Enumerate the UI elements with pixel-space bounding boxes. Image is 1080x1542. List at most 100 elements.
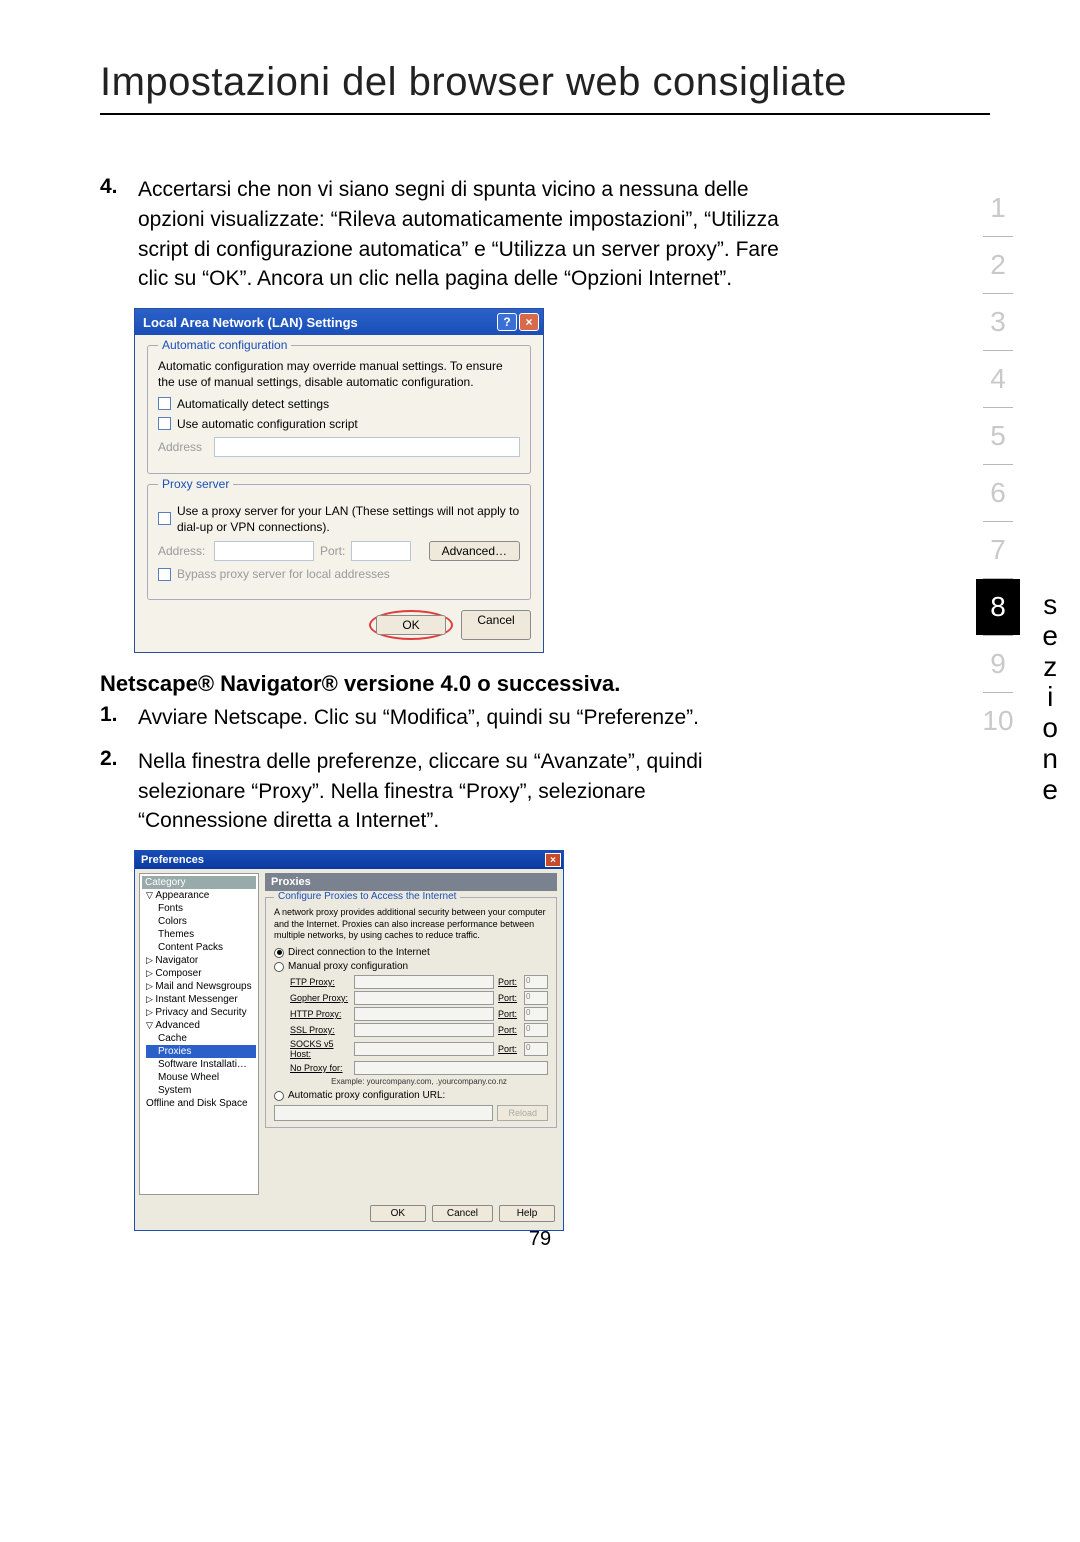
http-input[interactable] [354,1007,494,1021]
auto-detect-checkbox[interactable] [158,397,171,410]
advanced-button[interactable]: Advanced… [429,541,520,561]
ns-ok-button[interactable]: OK [370,1205,426,1222]
section-nav-4[interactable]: 4 [976,351,1020,407]
section-nav-7[interactable]: 7 [976,522,1020,578]
tree-privacy[interactable]: Privacy and Security [146,1006,256,1019]
gopher-input[interactable] [354,991,494,1005]
use-script-checkbox[interactable] [158,417,171,430]
reload-button[interactable]: Reload [497,1105,548,1121]
ns-panel-title: Proxies [265,873,557,891]
ssl-input[interactable] [354,1023,494,1037]
autoconf-fieldset: Automatic configuration Automatic config… [147,345,531,473]
port-label: Port: [320,544,345,558]
gopher-label: Gopher Proxy: [290,993,350,1003]
bypass-label: Bypass proxy server for local addresses [177,567,390,581]
tree-content-packs[interactable]: Content Packs [146,941,256,954]
section-nav-3[interactable]: 3 [976,294,1020,350]
tree-offline[interactable]: Offline and Disk Space [146,1097,256,1110]
ns-note: A network proxy provides additional secu… [274,907,548,941]
tree-appearance[interactable]: Appearance [146,889,256,902]
ftp-port-input[interactable]: 0 [524,975,548,989]
section-nav-5[interactable]: 5 [976,408,1020,464]
autoconf-legend: Automatic configuration [158,338,291,352]
tree-advanced[interactable]: Advanced [146,1019,256,1032]
ns-help-button[interactable]: Help [499,1205,555,1222]
socks-label: SOCKS v5 Host: [290,1039,350,1059]
step-4-num: 4. [100,175,138,294]
tree-fonts[interactable]: Fonts [146,902,256,915]
bypass-checkbox[interactable] [158,568,171,581]
section-nav-2[interactable]: 2 [976,237,1020,293]
radio-auto[interactable] [274,1091,284,1101]
tree-header: Category [142,876,256,889]
ssl-port-label: Port: [498,1025,520,1035]
proxy-fieldset: Proxy server Use a proxy server for your… [147,484,531,600]
ns-fieldset-legend: Configure Proxies to Access the Internet [274,891,460,902]
autoconf-note: Automatic configuration may override man… [158,358,520,390]
http-port-input[interactable]: 0 [524,1007,548,1021]
section-nav-9[interactable]: 9 [976,636,1020,692]
ns-step-1-num: 1. [100,703,138,733]
section-nav-8[interactable]: 8 [976,579,1020,635]
tree-software[interactable]: Software Installati… [146,1058,256,1071]
http-label: HTTP Proxy: [290,1009,350,1019]
proxy-address-label: Address: [158,544,208,558]
socks-input[interactable] [354,1042,494,1056]
ok-highlight-circle: OK [369,610,453,640]
socks-port-input[interactable]: 0 [524,1042,548,1056]
page-number: 79 [529,1228,551,1251]
radio-manual[interactable] [274,962,284,972]
proxy-legend: Proxy server [158,477,233,491]
port-input[interactable] [351,541,411,561]
ftp-port-label: Port: [498,977,520,987]
tree-proxies[interactable]: Proxies [146,1045,256,1058]
cancel-button[interactable]: Cancel [461,610,531,640]
close-icon[interactable]: × [545,853,561,867]
proxy-address-input[interactable] [214,541,314,561]
tree-navigator[interactable]: Navigator [146,954,256,967]
tree-mail[interactable]: Mail and Newsgroups [146,980,256,993]
use-proxy-label: Use a proxy server for your LAN (These s… [177,503,520,535]
http-port-label: Port: [498,1009,520,1019]
gopher-port-label: Port: [498,993,520,1003]
ns-step-1-text: Avviare Netscape. Clic su “Modifica”, qu… [138,703,699,733]
ns-step-2-num: 2. [100,747,138,836]
help-icon[interactable]: ? [497,313,517,331]
noproxy-example: Example: yourcompany.com, .yourcompany.c… [290,1077,548,1086]
title-rule [100,113,990,115]
ftp-label: FTP Proxy: [290,977,350,987]
content-area: 4. Accertarsi che non vi siano segni di … [100,175,780,1231]
ns-step-1: 1. Avviare Netscape. Clic su “Modifica”,… [100,703,780,733]
socks-port-label: Port: [498,1044,520,1054]
radio-manual-label: Manual proxy configuration [288,961,408,972]
tree-im[interactable]: Instant Messenger [146,993,256,1006]
lan-titlebar: Local Area Network (LAN) Settings ? × [135,309,543,335]
tree-composer[interactable]: Composer [146,967,256,980]
ssl-port-input[interactable]: 0 [524,1023,548,1037]
ftp-input[interactable] [354,975,494,989]
section-nav-1[interactable]: 1 [976,180,1020,236]
section-nav-6[interactable]: 6 [976,465,1020,521]
ns-cancel-button[interactable]: Cancel [432,1205,493,1222]
tree-mouse[interactable]: Mouse Wheel [146,1071,256,1084]
close-icon[interactable]: × [519,313,539,331]
tree-colors[interactable]: Colors [146,915,256,928]
netscape-preferences-figure: Preferences × Category Appearance Fonts … [134,850,780,1231]
ns-proxy-fieldset: Configure Proxies to Access the Internet… [265,897,557,1128]
radio-direct[interactable] [274,948,284,958]
section-nav-10[interactable]: 10 [976,693,1020,749]
noproxy-input[interactable] [354,1061,548,1075]
ns-main-panel: Proxies Configure Proxies to Access the … [259,869,563,1199]
tree-system[interactable]: System [146,1084,256,1097]
category-tree[interactable]: Category Appearance Fonts Colors Themes … [139,873,259,1195]
address-input[interactable] [214,437,520,457]
ok-button[interactable]: OK [376,615,446,635]
gopher-port-input[interactable]: 0 [524,991,548,1005]
use-proxy-checkbox[interactable] [158,512,171,525]
lan-settings-figure: Local Area Network (LAN) Settings ? × Au… [134,308,780,653]
tree-themes[interactable]: Themes [146,928,256,941]
ns-step-2-text: Nella finestra delle preferenze, cliccar… [138,747,780,836]
auto-detect-label: Automatically detect settings [177,397,329,411]
autocfg-input[interactable] [274,1105,493,1121]
tree-cache[interactable]: Cache [146,1032,256,1045]
